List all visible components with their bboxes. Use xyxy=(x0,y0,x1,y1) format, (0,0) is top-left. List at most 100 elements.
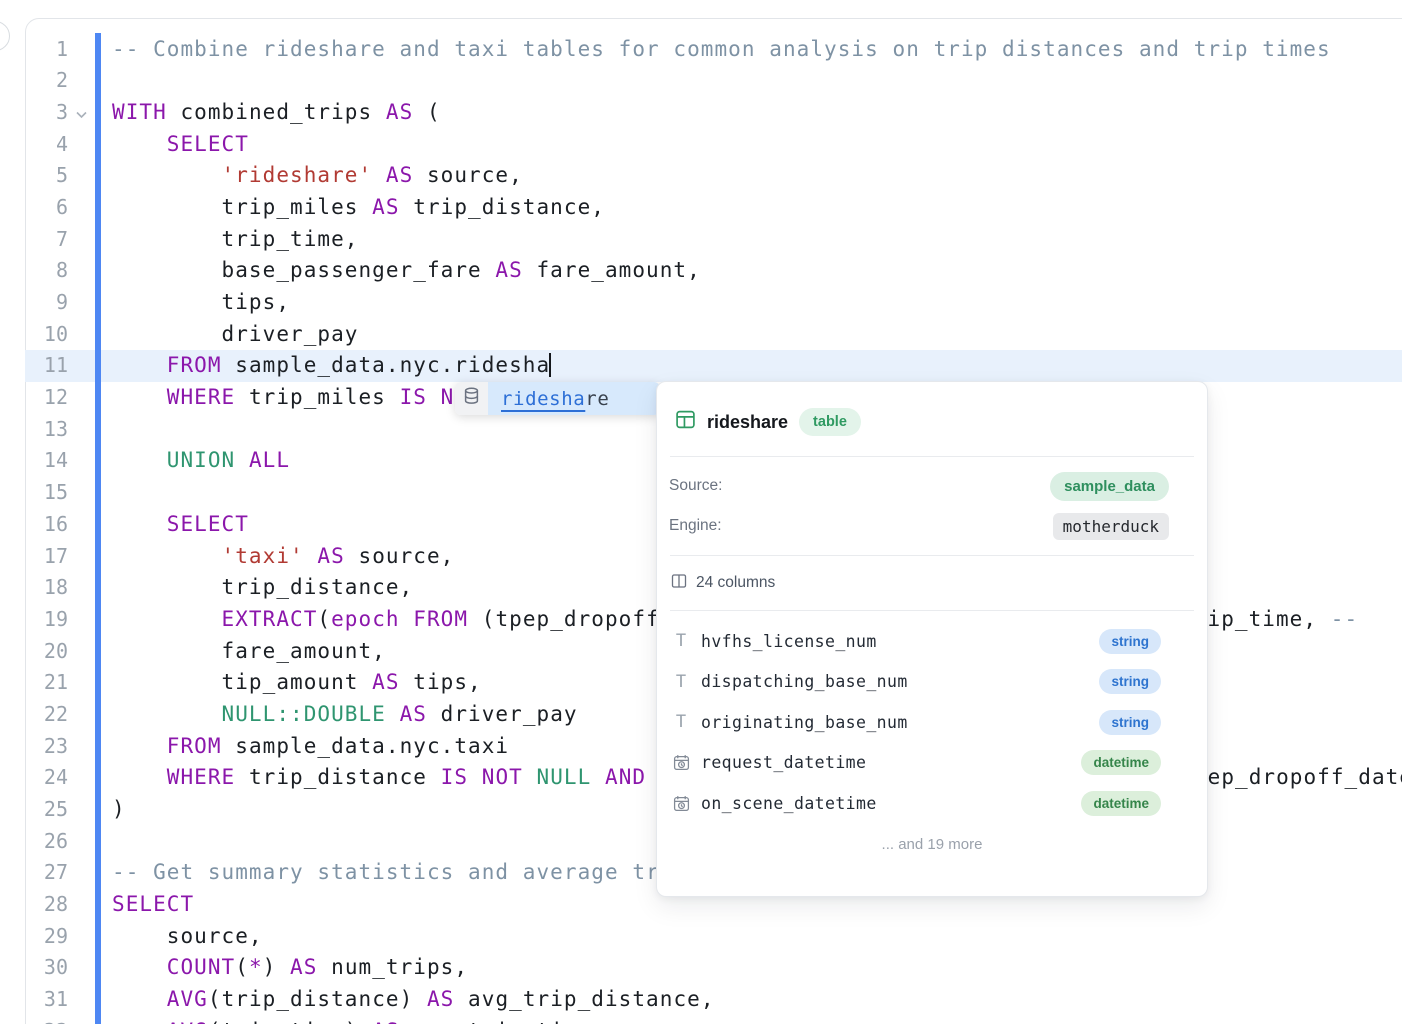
column-name: dispatching_base_num xyxy=(701,672,1099,691)
code-text: tips, xyxy=(25,287,1402,319)
code-line[interactable]: 32 AVG(trip_time) AS avg_trip_time, xyxy=(25,1016,1402,1024)
table-type-badge: table xyxy=(799,408,861,436)
columns-icon xyxy=(671,573,687,594)
line-number: 24 xyxy=(25,762,68,794)
card-header: rideshare table xyxy=(657,382,1207,456)
line-number: 19 xyxy=(25,604,68,636)
code-line[interactable]: 4 SELECT xyxy=(25,129,1402,161)
line-number: 5 xyxy=(25,160,68,192)
autocomplete-item[interactable]: rideshare xyxy=(488,382,660,415)
code-line[interactable]: 8 base_passenger_fare AS fare_amount, xyxy=(25,255,1402,287)
column-row: Tdispatching_base_numstring xyxy=(671,662,1161,703)
source-value-badge: sample_data xyxy=(1050,472,1169,501)
code-text: WITH combined_trips AS ( xyxy=(25,97,1402,129)
code-text: trip_miles AS trip_distance, xyxy=(25,192,1402,224)
engine-label: Engine: xyxy=(669,517,722,535)
line-number: 4 xyxy=(25,129,68,161)
column-row: Thvfhs_license_numstring xyxy=(671,621,1161,662)
line-number: 1 xyxy=(25,34,68,66)
type-badge: datetime xyxy=(1081,791,1161,816)
table-title: rideshare xyxy=(707,412,788,433)
database-icon xyxy=(464,387,479,410)
calendar-clock-icon xyxy=(671,754,691,771)
type-badge: string xyxy=(1099,710,1161,735)
line-number: 6 xyxy=(25,192,68,224)
text-icon: T xyxy=(671,631,691,651)
column-list: Thvfhs_license_numstringTdispatching_bas… xyxy=(657,611,1207,828)
column-name: originating_base_num xyxy=(701,713,1099,732)
code-line[interactable]: 2 xyxy=(25,65,1402,97)
autocomplete-rest-text: re xyxy=(585,388,609,410)
source-row: Source: sample_data xyxy=(657,471,1207,501)
calendar-clock-icon xyxy=(671,795,691,812)
code-text: SELECT xyxy=(25,129,1402,161)
line-number: 14 xyxy=(25,445,68,477)
text-cursor xyxy=(549,353,551,377)
engine-value-badge: motherduck xyxy=(1053,513,1169,540)
line-number: 22 xyxy=(25,699,68,731)
column-row: Toriginating_base_numstring xyxy=(671,702,1161,743)
code-line[interactable]: 11 FROM sample_data.nyc.ridesha xyxy=(25,350,1402,382)
line-number: 8 xyxy=(25,255,68,287)
autocomplete-icon-cell xyxy=(455,382,488,415)
type-badge: datetime xyxy=(1081,750,1161,775)
line-number: 28 xyxy=(25,889,68,921)
column-name: on_scene_datetime xyxy=(701,794,1081,813)
type-badge: string xyxy=(1099,669,1161,694)
line-number: 11 xyxy=(25,350,68,382)
line-number: 29 xyxy=(25,921,68,953)
line-number: 9 xyxy=(25,287,68,319)
source-label: Source: xyxy=(669,477,722,495)
line-number: 20 xyxy=(25,636,68,668)
code-line[interactable]: 29 source, xyxy=(25,921,1402,953)
line-number: 27 xyxy=(25,857,68,889)
code-line[interactable]: 10 driver_pay xyxy=(25,319,1402,351)
column-row: on_scene_datetimedatetime xyxy=(671,783,1161,824)
code-text: source, xyxy=(25,921,1402,953)
table-icon xyxy=(675,409,696,435)
autocomplete-match-text: ridesha xyxy=(501,388,585,410)
code-line[interactable]: 3WITH combined_trips AS ( xyxy=(25,97,1402,129)
code-line[interactable]: 6 trip_miles AS trip_distance, xyxy=(25,192,1402,224)
panel-corner-circle xyxy=(0,21,10,51)
line-number: 17 xyxy=(25,541,68,573)
line-number: 23 xyxy=(25,731,68,763)
code-line[interactable]: 31 AVG(trip_distance) AS avg_trip_distan… xyxy=(25,984,1402,1016)
line-number: 7 xyxy=(25,224,68,256)
code-line[interactable]: 1-- Combine rideshare and taxi tables fo… xyxy=(25,34,1402,66)
columns-count: 24 columns xyxy=(696,574,775,592)
line-number: 30 xyxy=(25,952,68,984)
code-line[interactable]: 7 trip_time, xyxy=(25,224,1402,256)
code-text: -- Combine rideshare and taxi tables for… xyxy=(25,34,1402,66)
code-line[interactable]: 5 'rideshare' AS source, xyxy=(25,160,1402,192)
card-meta: Source: sample_data Engine: motherduck xyxy=(657,457,1207,555)
line-number: 15 xyxy=(25,477,68,509)
line-number: 10 xyxy=(25,319,68,351)
text-icon: T xyxy=(671,712,691,732)
fold-chevron-icon[interactable] xyxy=(75,98,93,130)
line-number: 25 xyxy=(25,794,68,826)
line-number: 13 xyxy=(25,414,68,446)
table-hover-card: rideshare table Source: sample_data Engi… xyxy=(656,381,1208,897)
code-line[interactable]: 30 COUNT(*) AS num_trips, xyxy=(25,952,1402,984)
line-number: 12 xyxy=(25,382,68,414)
code-text: 'rideshare' AS source, xyxy=(25,160,1402,192)
more-columns-text: ... and 19 more xyxy=(657,828,1207,853)
code-text: COUNT(*) AS num_trips, xyxy=(25,952,1402,984)
type-badge: string xyxy=(1099,629,1161,654)
code-text: AVG(trip_time) AS avg_trip_time, xyxy=(25,1016,1402,1024)
line-number: 21 xyxy=(25,667,68,699)
engine-row: Engine: motherduck xyxy=(657,511,1207,541)
column-row: request_datetimedatetime xyxy=(671,743,1161,784)
line-number: 3 xyxy=(25,97,68,129)
code-line[interactable]: 9 tips, xyxy=(25,287,1402,319)
code-text: trip_time, xyxy=(25,224,1402,256)
column-name: hvfhs_license_num xyxy=(701,632,1099,651)
code-text: AVG(trip_distance) AS avg_trip_distance, xyxy=(25,984,1402,1016)
line-number: 16 xyxy=(25,509,68,541)
autocomplete-popup: rideshare xyxy=(455,382,660,415)
code-text: FROM sample_data.nyc.ridesha xyxy=(25,350,1402,382)
blue-change-bar xyxy=(95,33,101,1024)
line-number: 2 xyxy=(25,65,68,97)
columns-count-row: 24 columns xyxy=(657,556,1207,610)
